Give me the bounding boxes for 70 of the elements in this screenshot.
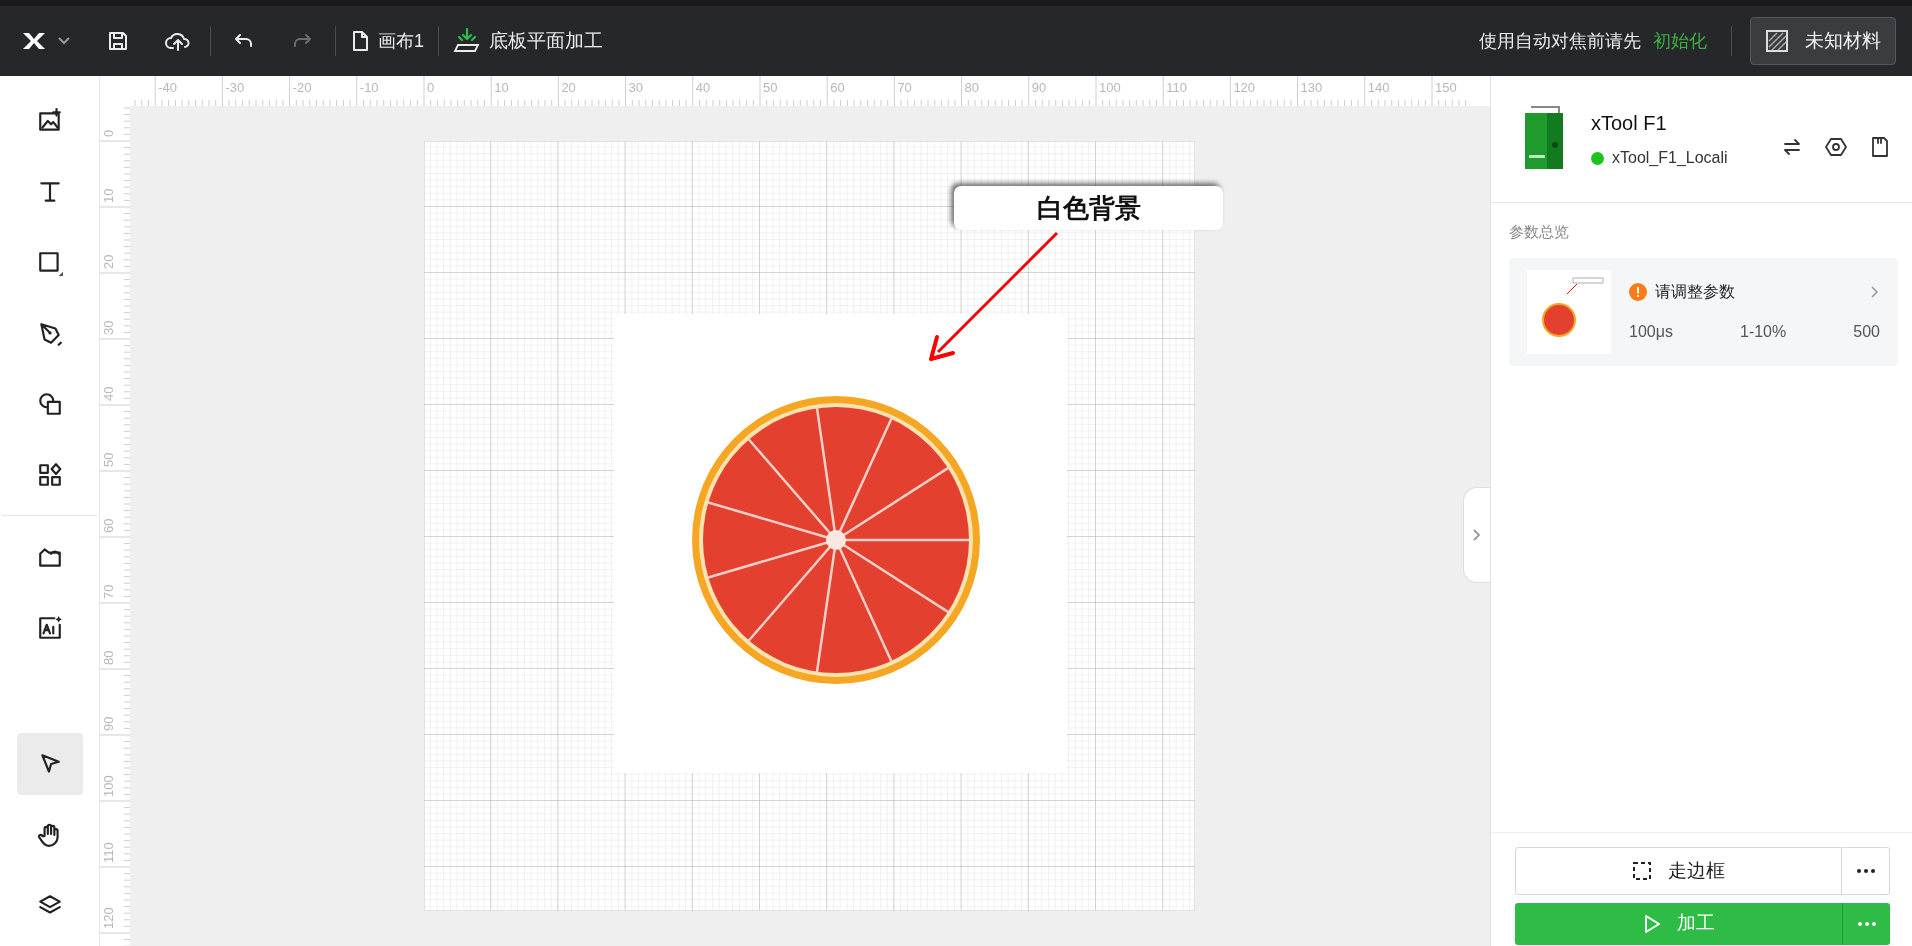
callout-label: 白色背景	[954, 186, 1223, 230]
caret-icon	[57, 36, 71, 46]
frame-button[interactable]: 走边框	[1515, 847, 1842, 895]
ruler-label: 0	[427, 81, 435, 94]
warning-icon	[1629, 282, 1647, 301]
ruler-label: 90	[102, 716, 115, 731]
hatched-square-icon	[1765, 29, 1789, 53]
apps-icon	[36, 462, 63, 489]
canvas-name[interactable]: 画布1	[378, 27, 424, 55]
parameter-value: 100μs	[1629, 321, 1673, 342]
connection-name[interactable]: xTool_F1_Locali	[1612, 146, 1728, 170]
dashed-square-icon	[1632, 861, 1652, 881]
ruler-label: -30	[225, 81, 245, 94]
ruler-label: 70	[102, 584, 115, 599]
shapes-icon	[36, 391, 63, 418]
ruler-label: 80	[102, 650, 115, 665]
ruler-label: 100	[102, 775, 115, 797]
ruler-label: 140	[1367, 81, 1390, 94]
material-button[interactable]: 未知材料	[1750, 17, 1896, 65]
document-icon	[1870, 136, 1890, 158]
ruler-label: 50	[102, 452, 115, 467]
ruler-label: 110	[102, 842, 115, 863]
ruler-label: -40	[158, 81, 177, 94]
ruler-label: 80	[964, 81, 980, 94]
ruler-label: 10	[494, 81, 509, 94]
ruler-label: 130	[1300, 81, 1323, 94]
ruler-label: 30	[628, 81, 644, 94]
section-title: 参数总览	[1508, 222, 1570, 242]
settings-icon	[1825, 136, 1847, 158]
play-icon	[1642, 913, 1661, 934]
floppy-icon	[106, 29, 130, 53]
ruler-label: 40	[102, 386, 115, 401]
initialize-link[interactable]: 初始化	[1653, 27, 1707, 55]
document-icon	[350, 30, 370, 52]
ruler-label: 0	[102, 129, 115, 137]
tool-button[interactable]	[16, 733, 83, 796]
device-name: xTool F1	[1591, 111, 1668, 136]
swap-icon	[1782, 137, 1802, 157]
chevron-right-icon	[1472, 528, 1482, 542]
logo-icon	[21, 31, 47, 51]
process-mode-label[interactable]: 底板平面加工	[489, 26, 603, 56]
ruler-label: 20	[561, 81, 576, 94]
ruler-label: 30	[102, 320, 115, 335]
ruler-label: 60	[830, 81, 845, 94]
ruler-label: 10	[102, 188, 115, 203]
parameter-value: 1-10%	[1740, 321, 1787, 342]
rectangle-icon	[36, 249, 63, 276]
ruler-label: 60	[102, 518, 115, 533]
more-icon	[1856, 869, 1875, 873]
ruler-label: 20	[102, 254, 115, 269]
chevron-right-icon	[1870, 284, 1880, 299]
ruler-label: 40	[695, 81, 711, 94]
parameter-value: 500	[1853, 321, 1880, 342]
focus-hint-text: 使用自动对焦前请先	[1479, 29, 1641, 53]
sparkle-frame-icon	[36, 615, 63, 641]
ruler-label: 150	[1435, 81, 1457, 94]
ruler-label: 90	[1031, 81, 1047, 94]
image-add-icon	[36, 107, 63, 134]
ruler-label: 70	[897, 81, 912, 94]
ruler-label: 100	[1099, 81, 1121, 94]
parameter-card[interactable]: 请调整参数 100μs 1-10% 500	[1509, 257, 1898, 366]
ruler-label: 120	[1233, 81, 1256, 94]
ruler-label: 50	[763, 81, 778, 94]
more-icon	[1857, 921, 1876, 926]
ruler-label: 120	[102, 907, 115, 929]
ruler-label: -10	[359, 81, 379, 94]
laser-icon	[453, 28, 481, 54]
warning-text: 请调整参数	[1655, 281, 1735, 302]
ruler-label: -20	[292, 81, 312, 94]
ruler-label: 110	[1166, 81, 1187, 94]
